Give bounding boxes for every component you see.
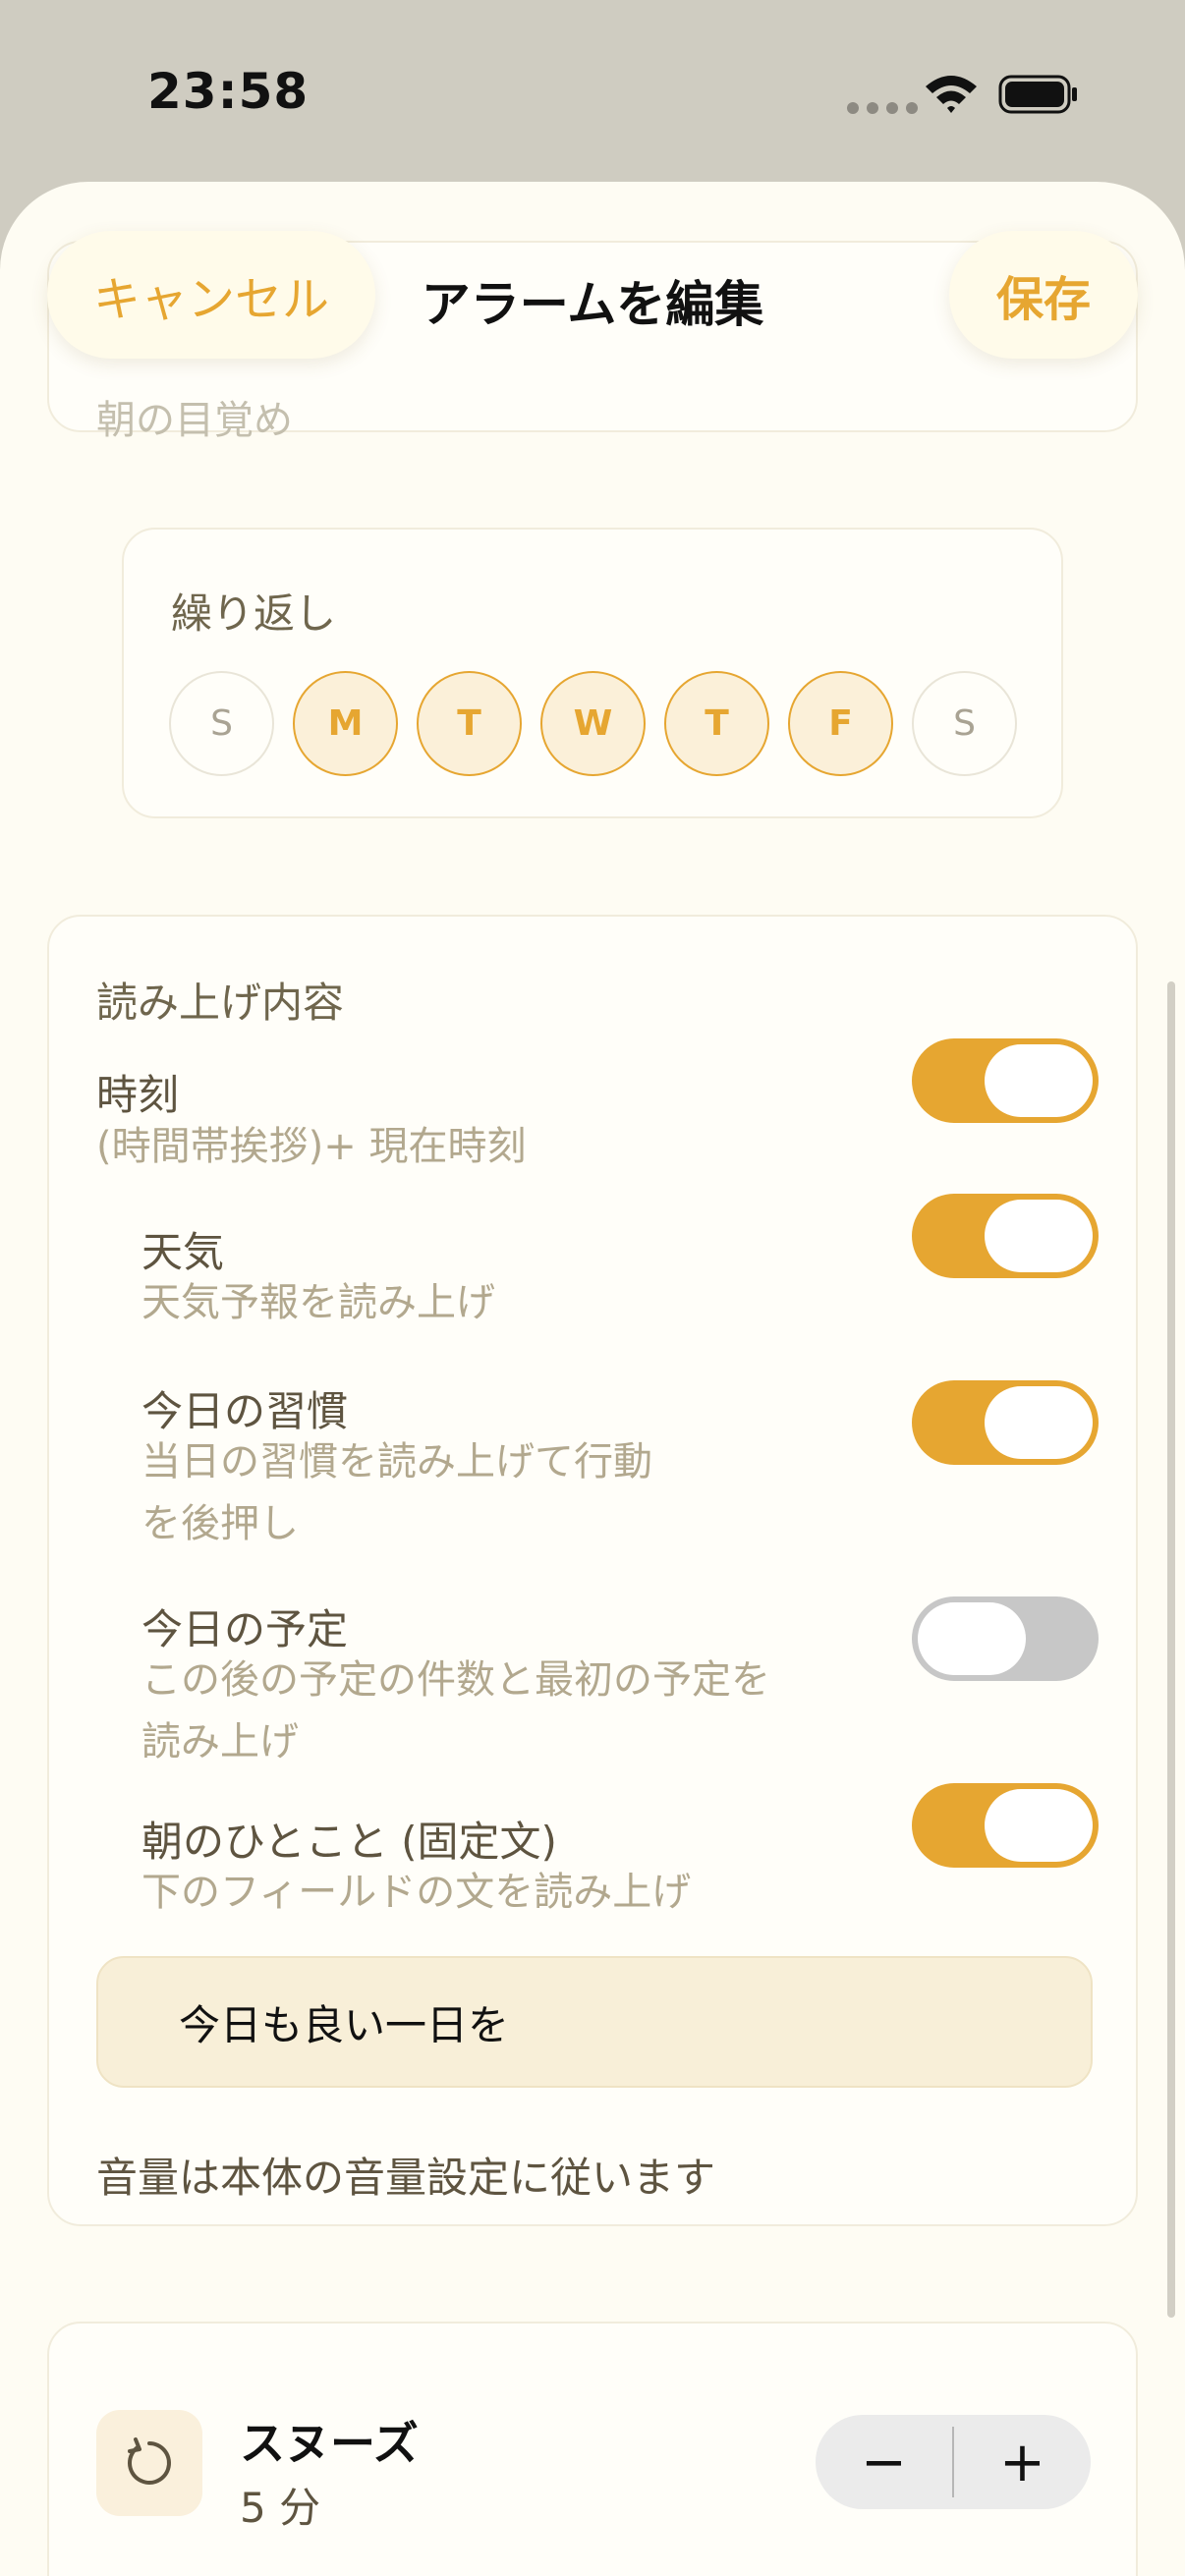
- toggle-knob: [918, 1602, 1026, 1675]
- refresh-icon: [128, 2437, 171, 2485]
- read-content-title: 読み上げ内容: [96, 979, 345, 1027]
- morning-message-input[interactable]: 今日も良い一日を: [96, 1956, 1093, 2088]
- day-chip-sunday[interactable]: S: [169, 671, 274, 776]
- cancel-button[interactable]: キャンセル: [47, 231, 375, 359]
- time-item-title: 時刻: [96, 1071, 180, 1119]
- morning-message-item-title: 朝のひとこと (固定文): [141, 1818, 557, 1866]
- battery-icon: [998, 75, 1077, 114]
- repeat-label: 繰り返し: [171, 589, 337, 638]
- habits-item-subtitle-line1: 当日の習慣を読み上げて行動: [141, 1439, 652, 1484]
- day-chip-friday[interactable]: F: [788, 671, 893, 776]
- day-chip-thursday[interactable]: T: [664, 671, 769, 776]
- alarm-label-text[interactable]: 朝の目覚め: [96, 388, 293, 445]
- habits-item-subtitle-line2: を後押し: [141, 1501, 299, 1546]
- toggle-knob: [985, 1789, 1093, 1862]
- repeat-card: 繰り返し S M T W T F S: [122, 528, 1063, 818]
- habits-item-title: 今日の習慣: [141, 1387, 349, 1435]
- schedule-item-title: 今日の予定: [141, 1605, 349, 1653]
- scrollbar[interactable]: [1167, 981, 1175, 2318]
- weekday-selector: S M T W T F S: [169, 671, 1017, 776]
- schedule-toggle[interactable]: [912, 1596, 1099, 1681]
- schedule-item-subtitle-line2: 読み上げ: [141, 1719, 299, 1764]
- edit-alarm-sheet: 朝の目覚め キャンセル アラームを編集 保存 繰り返し S M T W T F …: [0, 182, 1185, 2576]
- morning-message-toggle[interactable]: [912, 1783, 1099, 1868]
- toggle-knob: [985, 1386, 1093, 1459]
- read-content-card: 読み上げ内容 時刻 (時間帯挨拶)+ 現在時刻 天気 天気予報を読み上げ 今日の…: [47, 915, 1138, 2226]
- cellular-signal-icon: [847, 102, 918, 114]
- snooze-stepper: − +: [816, 2415, 1091, 2509]
- volume-note: 音量は本体の音量設定に従います: [96, 2154, 716, 2202]
- snooze-increment-button[interactable]: +: [954, 2415, 1091, 2509]
- snooze-card: スヌーズ 5 分 − +: [47, 2322, 1138, 2576]
- day-chip-wednesday[interactable]: W: [540, 671, 646, 776]
- save-button[interactable]: 保存: [949, 231, 1138, 359]
- time-toggle[interactable]: [912, 1038, 1099, 1123]
- toggle-knob: [985, 1044, 1093, 1117]
- page-title: アラームを編集: [421, 276, 764, 333]
- schedule-item-subtitle-line1: この後の予定の件数と最初の予定を: [141, 1657, 770, 1703]
- morning-message-item-subtitle: 下のフィールドの文を読み上げ: [141, 1870, 692, 1915]
- weather-item-title: 天気: [141, 1228, 225, 1276]
- sheet-header: キャンセル アラームを編集 保存: [0, 182, 1185, 378]
- day-chip-saturday[interactable]: S: [912, 671, 1017, 776]
- snooze-title: スヌーズ: [240, 2417, 419, 2470]
- snooze-icon-box: [96, 2410, 202, 2516]
- weather-toggle[interactable]: [912, 1194, 1099, 1278]
- status-bar: 23:58: [0, 0, 1185, 187]
- habits-toggle[interactable]: [912, 1380, 1099, 1465]
- day-chip-tuesday[interactable]: T: [417, 671, 522, 776]
- snooze-value: 5 分: [240, 2484, 321, 2532]
- time-item-subtitle: (時間帯挨拶)+ 現在時刻: [96, 1124, 527, 1169]
- toggle-knob: [985, 1200, 1093, 1272]
- wifi-icon: [926, 76, 977, 113]
- day-chip-monday[interactable]: M: [293, 671, 398, 776]
- weather-item-subtitle: 天気予報を読み上げ: [141, 1280, 495, 1325]
- status-time: 23:58: [147, 63, 310, 120]
- snooze-decrement-button[interactable]: −: [816, 2415, 952, 2509]
